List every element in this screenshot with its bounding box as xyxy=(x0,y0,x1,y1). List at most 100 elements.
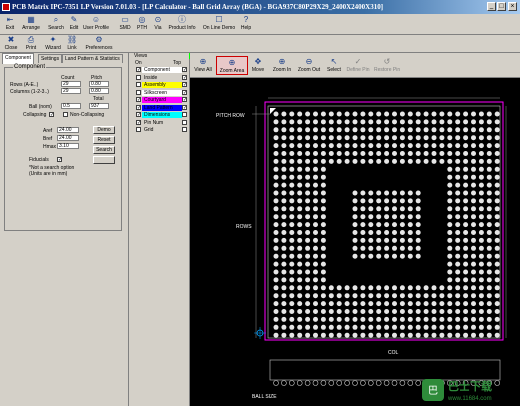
layer-on-checkbox[interactable]: ✓ xyxy=(136,97,141,103)
edit-button[interactable]: ✎ Edit xyxy=(67,16,81,32)
ball-field[interactable]: 0.5 xyxy=(61,103,81,109)
user-profile-button[interactable]: ☺ User Profile xyxy=(82,16,110,32)
link-button[interactable]: ⛓ Link xyxy=(65,36,79,52)
layer-on-checkbox[interactable] xyxy=(136,89,141,95)
search-button[interactable]: ⌕ Search xyxy=(46,16,66,32)
ball-pad xyxy=(313,151,318,156)
layer-on-checkbox[interactable]: ✓ xyxy=(136,67,141,73)
smd-button[interactable]: ▭ SMD xyxy=(118,16,132,32)
exit-button[interactable]: ⇤ Exit xyxy=(2,16,18,32)
restore-pin-button[interactable]: ↺ Restore Pin xyxy=(374,58,400,74)
demo-button[interactable]: Demo xyxy=(93,126,115,134)
close-window-button[interactable]: × xyxy=(508,2,517,11)
ball-pad xyxy=(336,151,342,156)
tab-component[interactable]: Component xyxy=(2,53,34,64)
noncollapsing-checkbox[interactable] xyxy=(63,112,68,117)
minimize-button[interactable]: _ xyxy=(487,2,496,11)
ball-pad xyxy=(384,158,390,164)
ball-pad xyxy=(463,174,469,180)
ball-pad xyxy=(289,166,295,172)
layer-top-checkbox[interactable]: ✓ xyxy=(182,74,187,80)
arrange-button[interactable]: ▦ Arrange xyxy=(20,16,42,32)
layer-top-checkbox[interactable] xyxy=(182,112,187,117)
layer-row[interactable]: ✓ Component ✓ xyxy=(136,67,187,73)
layer-on-checkbox[interactable]: ✓ xyxy=(136,119,141,125)
maximize-button[interactable]: □ xyxy=(497,2,506,11)
search-component-button[interactable]: Search xyxy=(93,146,115,154)
ball-pad xyxy=(447,324,453,330)
define-pin-button[interactable]: ✓ Define Pin xyxy=(346,58,370,74)
layer-on-checkbox[interactable]: ✓ xyxy=(136,112,141,118)
ball-pad xyxy=(328,332,334,338)
layer-row[interactable]: ✓ Land Pattern ✓ xyxy=(136,104,187,111)
ball-pad xyxy=(368,214,374,220)
layer-on-checkbox[interactable] xyxy=(136,82,141,87)
ball-pad xyxy=(360,316,366,322)
reset-button[interactable]: Reset xyxy=(93,136,115,144)
product-info-button[interactable]: ⓘ Product Info xyxy=(166,16,198,32)
layer-name: Inside xyxy=(144,74,158,81)
layer-on-checkbox[interactable] xyxy=(136,127,141,132)
ball-pad xyxy=(328,127,334,133)
ball-pad xyxy=(289,253,295,259)
layer-top-checkbox[interactable]: ✓ xyxy=(182,82,187,88)
layer-row[interactable]: ✓ Courtyard ✓ xyxy=(136,97,187,103)
ball-grid xyxy=(273,111,500,338)
online-demo-button[interactable]: ☐ On Line Demo xyxy=(200,16,238,32)
ball-pad xyxy=(486,174,492,180)
layer-top-checkbox[interactable]: ✓ xyxy=(182,67,187,73)
ball-pad xyxy=(471,261,476,267)
wizard-button[interactable]: ✦ Wizard xyxy=(43,36,63,52)
ball-pad xyxy=(399,237,405,243)
ball-pad xyxy=(313,285,318,291)
side-ball xyxy=(344,380,350,386)
rows-pitch-field[interactable]: 0.80 xyxy=(89,81,109,87)
layer-top-checkbox[interactable]: ✓ xyxy=(182,104,187,110)
ball-pad xyxy=(455,198,461,204)
help-button[interactable]: ? Help xyxy=(240,16,252,32)
zoom-area-button[interactable]: ⊕ Zoom Area xyxy=(216,56,248,75)
zoom-out-button[interactable]: ⊖ Zoom Out xyxy=(296,58,322,74)
layer-on-checkbox[interactable] xyxy=(136,74,141,80)
via-button[interactable]: ⊙ Via xyxy=(152,16,164,32)
columns-count-field[interactable]: 29 xyxy=(61,88,81,94)
ball-pad xyxy=(368,230,374,235)
layer-on-checkbox[interactable]: ✓ xyxy=(136,104,141,110)
layer-row[interactable]: ✓ Dimensions xyxy=(136,112,187,118)
pth-button[interactable]: ◎ PTH xyxy=(135,16,149,32)
ball-pad xyxy=(486,127,492,133)
layer-top-checkbox[interactable] xyxy=(182,127,187,132)
pattern-canvas[interactable]: PITCH ROW ROWS COL BALL SIZE xyxy=(190,78,520,406)
layer-row[interactable]: Assembly ✓ xyxy=(136,82,187,88)
ball-pad xyxy=(360,332,366,338)
ball-pad xyxy=(431,158,437,164)
ball-pad xyxy=(392,316,397,322)
ball-pad xyxy=(439,151,445,156)
columns-pitch-field[interactable]: 0.80 xyxy=(89,88,109,94)
bref-field[interactable]: 24.00 xyxy=(57,135,79,141)
tab-settings[interactable]: Settings xyxy=(38,54,63,63)
preferences-button[interactable]: ⚙ Preferences xyxy=(84,36,114,52)
rows-count-field[interactable]: 29 xyxy=(61,81,81,87)
print-button[interactable]: ⎙ Print xyxy=(24,36,38,52)
hmax-field[interactable]: 3.10 xyxy=(57,143,79,149)
tab-land-pattern-statistics[interactable]: Land Pattern & Statistics xyxy=(62,54,123,63)
ball-pad xyxy=(360,285,366,291)
ball-size-label: BALL SIZE xyxy=(252,394,277,400)
layer-top-checkbox[interactable]: ✓ xyxy=(182,97,187,103)
blank-button[interactable] xyxy=(93,156,115,164)
layer-row[interactable]: Grid xyxy=(136,127,187,133)
layer-row[interactable]: Silkscreen ✓ xyxy=(136,89,187,96)
layer-row[interactable]: ✓ Pin Num xyxy=(136,119,187,126)
layer-top-checkbox[interactable] xyxy=(182,119,187,125)
layer-row[interactable]: Inside ✓ xyxy=(136,74,187,81)
aref-field[interactable]: 24.00 xyxy=(57,127,79,133)
zoom-in-button[interactable]: ⊕ Zoom In xyxy=(270,58,294,74)
layer-top-checkbox[interactable]: ✓ xyxy=(182,89,187,95)
move-button[interactable]: ✥ Move xyxy=(250,58,266,74)
fiducials-checkbox[interactable]: ✓ xyxy=(57,157,62,163)
collapsing-checkbox[interactable]: ✓ xyxy=(49,112,54,118)
view-all-button[interactable]: ⊕ View All xyxy=(192,58,214,74)
select-button[interactable]: ↖ Select xyxy=(326,58,342,74)
close-button[interactable]: ✖ Close xyxy=(3,36,19,52)
